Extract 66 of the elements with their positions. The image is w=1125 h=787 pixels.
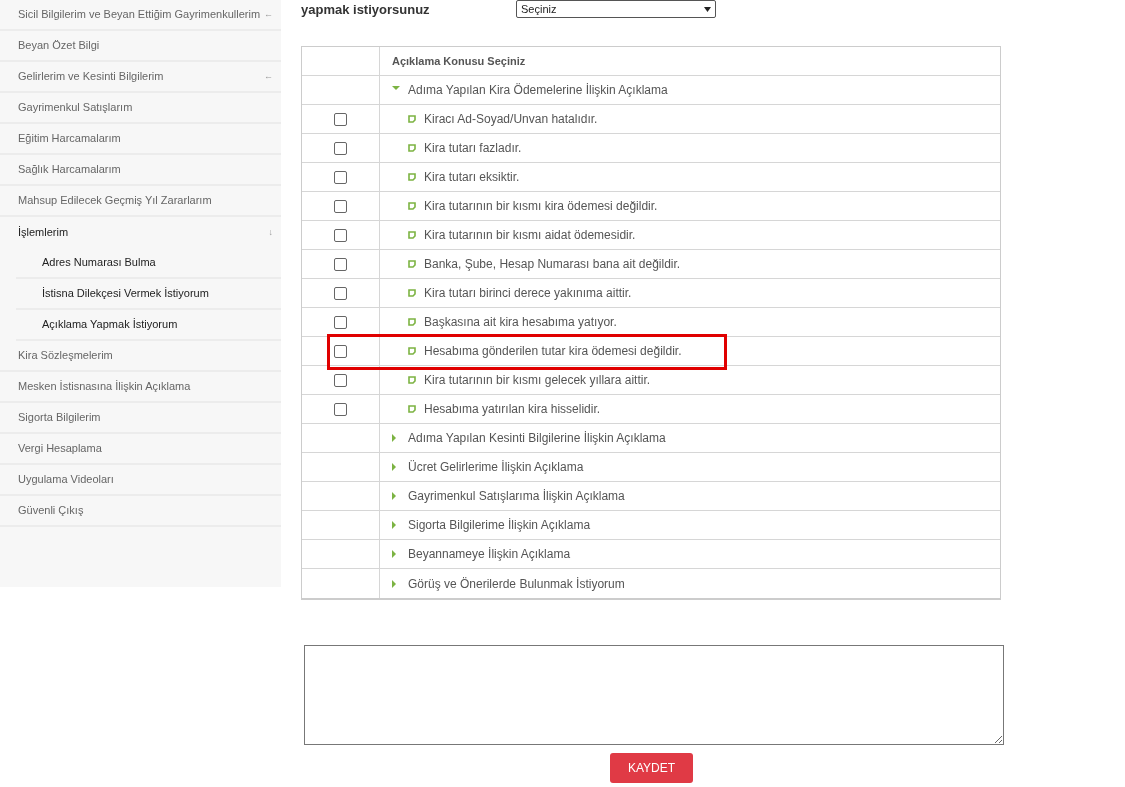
note-icon bbox=[408, 376, 416, 384]
note-icon bbox=[408, 347, 416, 355]
checkbox[interactable] bbox=[334, 199, 347, 213]
sidebar-item[interactable]: Eğitim Harcamalarım bbox=[0, 124, 281, 155]
checkbox[interactable] bbox=[334, 112, 347, 126]
sidebar-subitem[interactable]: İstisna Dilekçesi Vermek İstiyorum bbox=[16, 279, 281, 310]
checkbox[interactable] bbox=[334, 402, 347, 416]
note-icon bbox=[408, 115, 416, 123]
sidebar-item[interactable]: Mahsup Edilecek Geçmiş Yıl Zararlarım bbox=[0, 186, 281, 217]
tree-group-label[interactable]: Adıma Yapılan Kesinti Bilgilerine İlişkin Açıklama bbox=[408, 429, 666, 447]
tree-item-label[interactable]: Kira tutarının bir kısmı aidat ödemesidir. bbox=[424, 226, 636, 244]
sidebar-item[interactable]: Sigorta Bilgilerim bbox=[0, 403, 281, 434]
checkbox[interactable] bbox=[334, 286, 347, 300]
checkbox[interactable] bbox=[334, 315, 347, 329]
note-icon bbox=[408, 405, 416, 413]
note-icon bbox=[408, 202, 416, 210]
tree-group-label[interactable]: Görüş ve Önerilerde Bulunmak İstiyorum bbox=[408, 574, 625, 593]
sidebar-item-label: İşlemlerim bbox=[18, 225, 69, 241]
tree-group-label[interactable]: Gayrimenkul Satışlarıma İlişkin Açıklama bbox=[408, 487, 625, 505]
note-icon bbox=[408, 144, 416, 152]
arrow-icon: ← bbox=[264, 7, 273, 22]
checkbox[interactable] bbox=[334, 170, 347, 184]
checkbox[interactable] bbox=[334, 257, 347, 271]
tree-item-label[interactable]: Kira tutarının bir kısmı gelecek yıllara aittir. bbox=[424, 371, 651, 389]
checkbox[interactable] bbox=[334, 344, 347, 358]
select-field[interactable]: Seçiniz bbox=[516, 0, 716, 18]
sidebar-item[interactable]: Vergi Hesaplama bbox=[0, 434, 281, 465]
sidebar-subitem[interactable]: Açıklama Yapmak İstiyorum bbox=[16, 310, 281, 341]
tree-item-label[interactable]: Hesabıma yatırılan kira hisselidir. bbox=[424, 400, 601, 418]
save-button[interactable]: KAYDET bbox=[610, 753, 693, 783]
column-header: Açıklama Konusu Seçiniz bbox=[392, 53, 526, 69]
tree-item-label[interactable]: Hesabıma gönderilen tutar kira ödemesi değildir. bbox=[424, 342, 682, 360]
note-icon bbox=[408, 173, 416, 181]
sidebar-item[interactable]: Güvenli Çıkış bbox=[0, 496, 281, 527]
question-label: yapmak istiyorsunuz bbox=[301, 1, 431, 19]
tree-item-label[interactable]: Kira tutarı birinci derece yakınıma aittir. bbox=[424, 284, 632, 302]
sidebar-item[interactable]: Mesken İstisnasına İlişkin Açıklama bbox=[0, 372, 281, 403]
tree-item-label[interactable]: Başkasına ait kira hesabıma yatıyor. bbox=[424, 313, 617, 331]
note-icon bbox=[408, 231, 416, 239]
sidebar-item[interactable]: Sağlık Harcamalarım bbox=[0, 155, 281, 186]
tree-item-label[interactable]: Kira tutarı fazladır. bbox=[424, 139, 522, 157]
tree-group-label[interactable]: Ücret Gelirlerime İlişkin Açıklama bbox=[408, 458, 584, 476]
checkbox[interactable] bbox=[334, 141, 347, 155]
tree-group-label[interactable]: Adıma Yapılan Kira Ödemelerine İlişkin Açıklama bbox=[408, 81, 668, 99]
checkbox[interactable] bbox=[334, 373, 347, 387]
sidebar-item[interactable]: Gayrimenkul Satışlarım bbox=[0, 93, 281, 124]
caret-icon bbox=[704, 6, 711, 12]
sidebar-subitem[interactable]: Adres Numarası Bulma bbox=[16, 248, 281, 279]
sidebar-item-label: Sicil Bilgilerim ve Beyan Ettiğim Gayrimenkullerim bbox=[18, 7, 261, 23]
tree-group-label[interactable]: Sigorta Bilgilerime İlişkin Açıklama bbox=[408, 516, 591, 534]
arrow-icon: ← bbox=[264, 69, 273, 84]
note-icon bbox=[408, 318, 416, 326]
checkbox[interactable] bbox=[334, 228, 347, 242]
tree-item-label[interactable]: Kira tutarı eksiktir. bbox=[424, 168, 520, 186]
arrow-icon: ↓ bbox=[268, 225, 273, 240]
tree-group-label[interactable]: Beyannameye İlişkin Açıklama bbox=[408, 545, 571, 563]
text-area[interactable] bbox=[304, 645, 1004, 745]
note-icon bbox=[408, 260, 416, 268]
tree-item-label[interactable]: Banka, Şube, Hesap Numarası bana ait değildir. bbox=[424, 255, 681, 273]
sidebar-item[interactable]: Kira Sözleşmelerim bbox=[0, 341, 281, 372]
sidebar-item[interactable]: Beyan Özet Bilgi bbox=[0, 31, 281, 62]
note-icon bbox=[408, 289, 416, 297]
tree-item-label[interactable]: Kiracı Ad-Soyad/Unvan hatalıdır. bbox=[424, 110, 598, 128]
tree-item-label[interactable]: Kira tutarının bir kısmı kira ödemesi değildir. bbox=[424, 197, 658, 215]
sidebar-item-label: Gelirlerim ve Kesinti Bilgilerim bbox=[18, 69, 164, 85]
sidebar-item[interactable]: Uygulama Videoları bbox=[0, 465, 281, 496]
